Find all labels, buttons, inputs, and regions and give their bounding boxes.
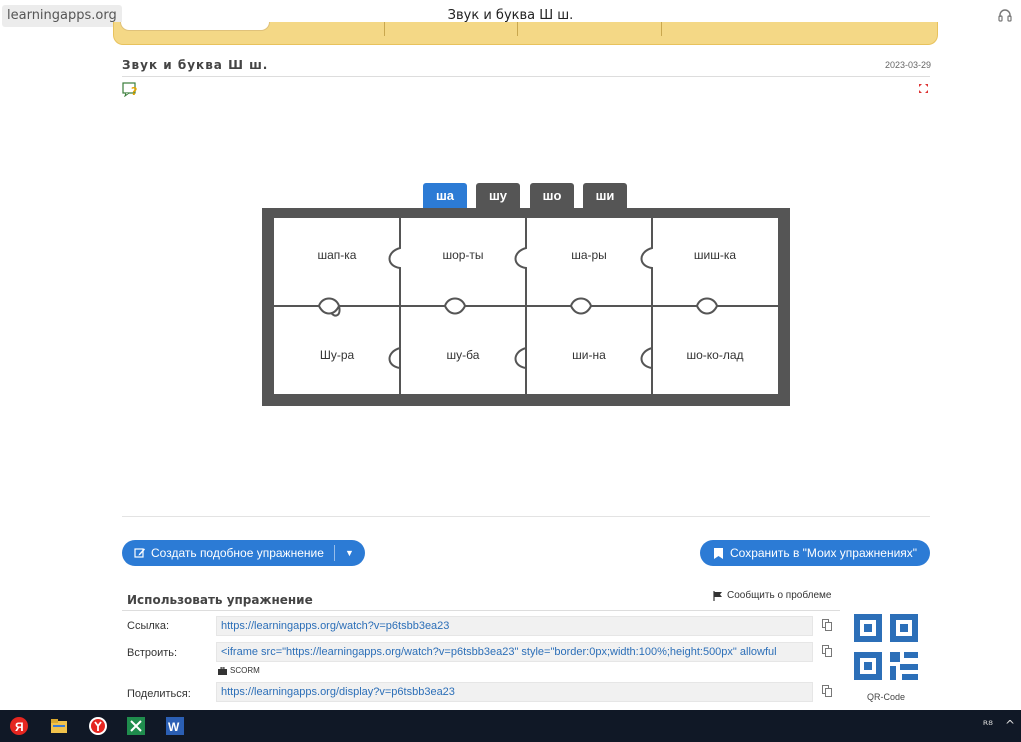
briefcase-icon bbox=[218, 666, 227, 675]
svg-text:?: ? bbox=[131, 85, 137, 97]
section-divider bbox=[122, 610, 840, 611]
tab-shi[interactable]: ши bbox=[583, 183, 627, 210]
page-tab-title: Звук и буква Ш ш. bbox=[447, 8, 574, 23]
link-label: Ссылка: bbox=[127, 620, 169, 632]
puzzle-piece[interactable]: шо-ко-лад bbox=[652, 348, 778, 362]
report-problem-link[interactable]: Сообщить о проблеме bbox=[713, 590, 831, 601]
header-divider bbox=[122, 76, 930, 77]
button-split bbox=[334, 545, 335, 561]
puzzle-piece[interactable]: шу-ба bbox=[400, 348, 526, 362]
qr-code-label: QR-Code bbox=[866, 692, 905, 702]
nav-separator bbox=[661, 22, 662, 36]
report-problem-label: Сообщить о проблеме bbox=[727, 590, 832, 601]
link-field[interactable]: https://learningapps.org/watch?v=p6tsbb3… bbox=[216, 616, 813, 636]
excel-icon[interactable] bbox=[127, 717, 145, 735]
fullscreen-icon[interactable] bbox=[918, 83, 929, 94]
edit-icon bbox=[134, 548, 145, 558]
puzzle-piece[interactable]: Шу-ра bbox=[274, 348, 400, 362]
puzzle-piece[interactable]: шор-ты bbox=[400, 248, 526, 262]
puzzle-piece[interactable]: ши-на bbox=[526, 348, 652, 362]
save-label: Сохранить в "Моих упражнениях" bbox=[730, 546, 918, 560]
taskbar: Я W ᴿ⁸ ^ bbox=[0, 710, 1021, 742]
copy-icon[interactable] bbox=[822, 645, 833, 657]
system-tray: ᴿ⁸ ^ bbox=[983, 718, 1015, 732]
bookmark-icon bbox=[714, 547, 723, 559]
tab-sho[interactable]: шо bbox=[530, 183, 574, 210]
people-icon[interactable]: ᴿ⁸ bbox=[983, 718, 993, 732]
page-date: 2023-03-29 bbox=[884, 60, 931, 70]
site-nav bbox=[113, 22, 938, 45]
yandex-icon[interactable]: Я bbox=[10, 717, 28, 735]
nav-separator bbox=[517, 22, 518, 36]
svg-text:W: W bbox=[168, 720, 180, 734]
help-icon[interactable]: ? bbox=[122, 81, 138, 97]
create-similar-button[interactable]: Создать подобное упражнение ▼ bbox=[122, 540, 365, 566]
page-title: Звук и буква Ш ш. bbox=[122, 58, 269, 72]
file-explorer-icon[interactable] bbox=[50, 717, 68, 735]
puzzle-piece[interactable]: ша-ры bbox=[526, 248, 652, 262]
tab-shu[interactable]: шу bbox=[476, 183, 520, 210]
puzzle-board: шап-ка шор-ты ша-ры шиш-ка Шу-ра шу-ба ш… bbox=[262, 208, 790, 406]
svg-text:Я: Я bbox=[15, 720, 24, 734]
embed-field[interactable]: <iframe src="https://learningapps.org/wa… bbox=[216, 642, 813, 662]
chevron-up-icon[interactable]: ^ bbox=[1005, 718, 1015, 732]
scorm-download[interactable]: SCORM bbox=[218, 666, 260, 675]
puzzle-piece[interactable]: шиш-ка bbox=[652, 248, 778, 262]
scorm-label: SCORM bbox=[230, 666, 260, 675]
content-divider bbox=[122, 516, 930, 517]
nav-separator bbox=[384, 22, 385, 36]
puzzle-grid bbox=[274, 218, 778, 394]
copy-icon[interactable] bbox=[822, 619, 833, 631]
share-label: Поделиться: bbox=[127, 688, 191, 700]
flag-icon bbox=[713, 590, 722, 601]
puzzle-piece[interactable]: шап-ка bbox=[274, 248, 400, 262]
qr-code-icon[interactable] bbox=[852, 612, 920, 690]
yandex-browser-icon[interactable] bbox=[89, 717, 107, 735]
save-to-my-exercises-button[interactable]: Сохранить в "Моих упражнениях" bbox=[700, 540, 930, 566]
tab-sha[interactable]: ша bbox=[423, 183, 467, 210]
chevron-down-icon[interactable]: ▼ bbox=[345, 540, 354, 566]
site-search-input[interactable] bbox=[120, 22, 270, 31]
copy-icon[interactable] bbox=[822, 685, 833, 697]
embed-label: Встроить: bbox=[127, 647, 178, 659]
use-exercise-title: Использовать упражнение bbox=[127, 593, 313, 607]
create-similar-label: Создать подобное упражнение bbox=[151, 546, 324, 560]
create-similar-main: Создать подобное упражнение bbox=[134, 540, 324, 566]
word-icon[interactable]: W bbox=[166, 717, 184, 735]
share-field[interactable]: https://learningapps.org/display?v=p6tsb… bbox=[216, 682, 813, 702]
headphones-icon[interactable] bbox=[997, 7, 1013, 23]
